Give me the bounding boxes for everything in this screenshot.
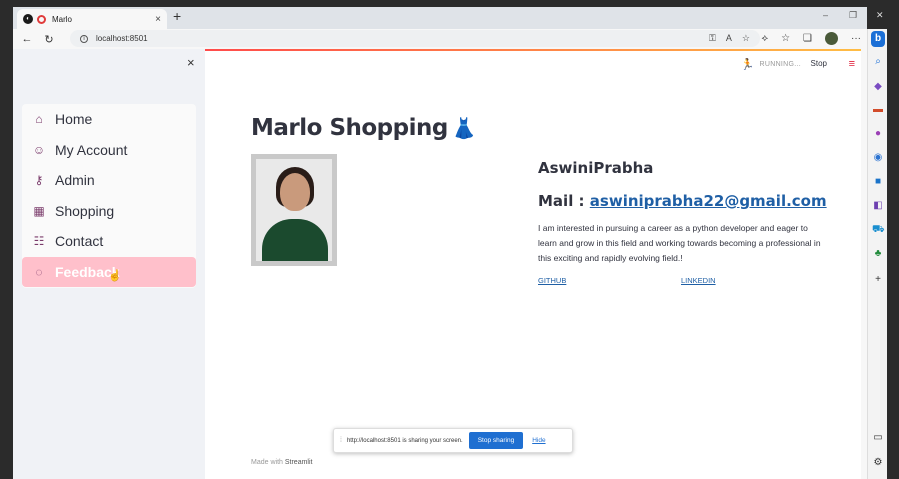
mail-label: Mail : [538, 192, 590, 210]
drag-handle-icon[interactable]: ⁞ [340, 437, 342, 444]
window-minimize-button[interactable]: – [823, 10, 828, 20]
footer-made-with: Made with [251, 459, 285, 466]
sidebar-item-my-account[interactable]: ☺ My Account [22, 135, 196, 165]
split-screen-icon[interactable]: ▭ [872, 432, 884, 444]
email-link[interactable]: aswiniprabha22@gmail.com [590, 192, 827, 210]
key-icon[interactable]: ⚿ [709, 33, 716, 44]
outlook-icon[interactable]: ■ [872, 176, 884, 188]
tab-close-icon[interactable]: × [155, 14, 161, 25]
shop-icon: ▦ [33, 204, 45, 218]
browser-toolbar: ← ↻ i localhost:8501 ⚿ A ☆ ⟡ ☆ ❏ ··· [13, 29, 867, 49]
page-title-text: Marlo Shopping [251, 115, 448, 141]
cart-icon[interactable]: ⛟ [872, 224, 885, 236]
sidebar-item-home[interactable]: ⌂ Home [22, 104, 196, 134]
bio-text: I am interested in pursuing a career as … [538, 223, 821, 263]
new-tab-button[interactable]: + [173, 8, 181, 24]
search-icon[interactable]: ⌕ [872, 56, 884, 68]
running-text: RUNNING... [759, 61, 801, 68]
browser-titlebar: ◐ Marlo × + – ❐ [13, 7, 867, 29]
mouse-cursor-icon: ☝ [108, 270, 122, 282]
tab-title: Marlo [52, 14, 73, 24]
window-close-button[interactable]: ✕ [876, 10, 884, 21]
address-bar[interactable]: i localhost:8501 ⚿ A ☆ [70, 30, 760, 47]
sidebar-item-contact[interactable]: ☷ Contact [22, 226, 196, 256]
github-link[interactable]: GITHUB [538, 276, 566, 285]
contact-card-icon: ☷ [33, 234, 45, 248]
bing-icon[interactable]: b [871, 31, 885, 47]
stop-button[interactable]: Stop [811, 59, 827, 68]
refresh-icon[interactable]: ↻ [41, 33, 57, 46]
sidebar-item-label: Home [55, 111, 93, 127]
shopping-tag-icon[interactable]: ◆ [872, 81, 884, 93]
page-viewport: × ⌂ Home ☺ My Account ⚷ Admin ▦ Shopping [13, 49, 861, 479]
main-content: 🏃 RUNNING... Stop ≡ Marlo Shopping 👗 Aswi… [205, 49, 861, 479]
sidebar-item-admin[interactable]: ⚷ Admin [22, 165, 196, 195]
sidebar-close-icon[interactable]: × [187, 55, 195, 70]
extensions-icon[interactable]: ⟡ [761, 33, 768, 44]
main-menu-icon[interactable]: ≡ [849, 58, 855, 70]
collections-icon[interactable]: ❏ [803, 33, 812, 44]
profile-name: AswiniPrabha [538, 159, 654, 177]
streamlit-sidebar: × ⌂ Home ☺ My Account ⚷ Admin ▦ Shopping [13, 49, 205, 479]
share-message: http://localhost:8501 is sharing your sc… [346, 437, 463, 444]
browser-tab[interactable]: ◐ Marlo × [17, 9, 167, 29]
favorites-icon[interactable]: ☆ [781, 33, 790, 44]
address-url: localhost:8501 [96, 34, 148, 43]
sidebar-item-label: Contact [55, 233, 104, 249]
option-menu: ⌂ Home ☺ My Account ⚷ Admin ▦ Shopping ☷ [22, 104, 196, 288]
running-status: 🏃 RUNNING... [741, 58, 802, 71]
hide-share-bar-link[interactable]: Hide [532, 437, 545, 444]
sidebar-item-label: My Account [55, 142, 128, 158]
back-icon[interactable]: ← [19, 33, 35, 45]
screen-share-bar: ⁞ http://localhost:8501 is sharing your … [333, 428, 573, 453]
tree-icon[interactable]: ♣ [872, 248, 884, 260]
sidebar-item-label: Shopping [55, 203, 115, 219]
sidebar-item-shopping[interactable]: ▦ Shopping [22, 196, 196, 226]
profile-avatar[interactable] [825, 32, 838, 45]
read-aloud-icon[interactable]: A [726, 33, 732, 44]
edge-sidebar: b ⌕ ◆ ▬ ● ◉ ■ ◧ ⛟ ♣ + ▭ ⚙ [867, 29, 887, 479]
site-info-icon[interactable]: i [80, 34, 88, 43]
sidebar-item-label: Admin [55, 172, 95, 188]
chat-bubble-icon: ◌ [35, 265, 43, 279]
more-menu-icon[interactable]: ··· [851, 33, 861, 44]
person-icon: ☺ [32, 143, 46, 157]
settings-gear-icon[interactable]: ⚙ [872, 457, 884, 469]
footer: Made with Streamlit [251, 459, 312, 466]
office-icon[interactable]: ◉ [872, 152, 884, 164]
profile-photo [251, 154, 337, 266]
footer-streamlit-link[interactable]: Streamlit [285, 459, 313, 466]
page-title: Marlo Shopping 👗 [251, 115, 477, 141]
games-icon[interactable]: ◧ [872, 200, 884, 212]
tools-icon[interactable]: ▬ [872, 104, 884, 116]
streamlit-favicon-icon [37, 14, 46, 24]
stop-sharing-button[interactable]: Stop sharing [468, 432, 524, 449]
favorite-add-icon[interactable]: ☆ [742, 33, 750, 44]
dress-icon: 👗 [451, 116, 477, 140]
running-man-icon: 🏃 [740, 59, 755, 71]
linkedin-link[interactable]: LINKEDIN [681, 276, 716, 285]
add-icon[interactable]: + [872, 274, 884, 286]
key-icon: ⚷ [34, 173, 44, 187]
screen-frame: ◐ Marlo × + – ❐ ✕ ← ↻ i localhost:8501 ⚿… [0, 0, 899, 479]
page-scrollbar[interactable] [861, 49, 867, 479]
house-icon: ⌂ [35, 112, 43, 126]
tab-actions-icon[interactable]: ◐ [23, 14, 33, 24]
mail-line: Mail : aswiniprabha22@gmail.com [538, 192, 827, 210]
window-maximize-button[interactable]: ❐ [849, 10, 857, 21]
people-icon[interactable]: ● [872, 128, 884, 140]
